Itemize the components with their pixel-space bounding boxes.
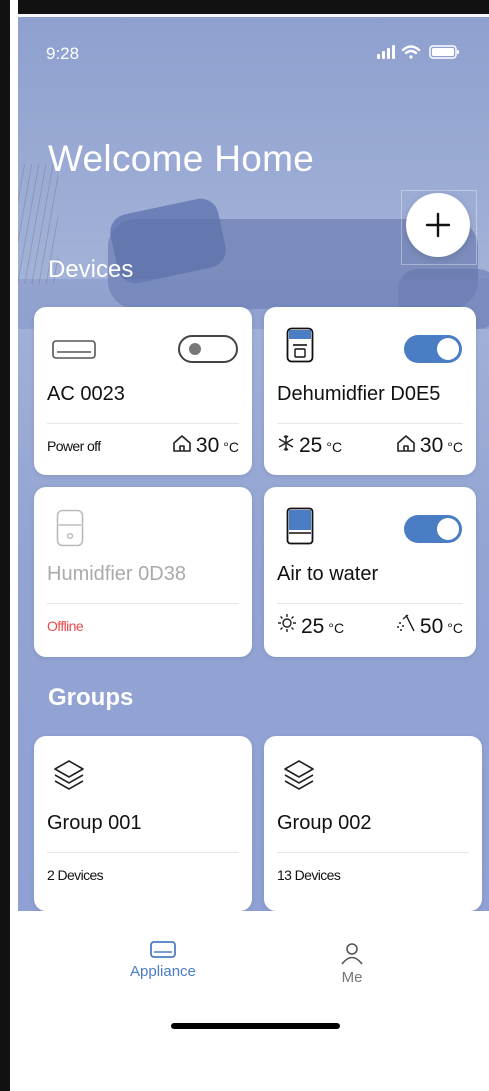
- status-time: 9:28: [46, 44, 80, 63]
- hero-background: 9:28 Welcome Home Devices AC 0023 Power …: [18, 14, 489, 911]
- device-footer: Offline: [47, 611, 239, 641]
- wifi-icon: [401, 45, 421, 59]
- page-title: Welcome Home: [48, 138, 315, 179]
- cool-temp: 25 °C: [277, 434, 342, 458]
- device-name: Humidfier 0D38: [47, 563, 186, 585]
- nav-me[interactable]: Me: [340, 941, 364, 986]
- device-card-air-to-water[interactable]: Air to water 25 °C 50 °C: [264, 487, 476, 657]
- sun-icon: [278, 614, 296, 632]
- group-name: Group 001: [47, 812, 142, 834]
- device-name: Dehumidfier D0E5: [277, 383, 441, 405]
- divider: [277, 603, 463, 604]
- device-footer: 25 °C 30 °C: [277, 431, 463, 461]
- battery-icon: [429, 45, 459, 59]
- dehumidifier-icon: [286, 327, 314, 363]
- home-icon: [397, 435, 415, 452]
- group-card-001[interactable]: Group 001 2 Devices: [34, 736, 252, 911]
- divider: [47, 603, 239, 604]
- group-footer: 13 Devices: [277, 860, 469, 890]
- signal-icon: [377, 45, 395, 59]
- power-toggle[interactable]: [404, 335, 462, 363]
- device-name: Air to water: [277, 563, 379, 585]
- home-icon: [173, 435, 191, 452]
- layers-icon: [54, 760, 84, 790]
- group-footer: 2 Devices: [47, 860, 239, 890]
- app-screen: 9:28 Welcome Home Devices AC 0023 Power …: [18, 14, 489, 1091]
- device-edge: [0, 0, 10, 1091]
- screen-border: [10, 0, 18, 1091]
- layers-icon: [284, 760, 314, 790]
- water-heater-icon: [286, 507, 314, 545]
- air-conditioner-icon: [52, 340, 96, 359]
- group-device-count: 2 Devices: [47, 867, 104, 883]
- bottom-navigation: Appliance Me: [18, 911, 489, 1091]
- group-card-002[interactable]: Group 002 13 Devices: [264, 736, 482, 911]
- device-card-humidifier[interactable]: Humidfier 0D38 Offline: [34, 487, 252, 657]
- device-footer: Power off 30 °C: [47, 431, 239, 461]
- indoor-temp: 30 °C: [172, 434, 239, 458]
- shower-icon: [396, 614, 415, 632]
- device-status: Power off: [47, 438, 101, 454]
- nav-appliance[interactable]: Appliance: [130, 941, 196, 980]
- group-name: Group 002: [277, 812, 372, 834]
- group-device-count: 13 Devices: [277, 867, 341, 883]
- user-icon: [341, 943, 363, 965]
- offline-status: Offline: [47, 618, 84, 634]
- indoor-temp: 30 °C: [396, 434, 463, 458]
- devices-section-title: Devices: [48, 256, 134, 283]
- device-name: AC 0023: [47, 383, 125, 405]
- device-card-ac[interactable]: AC 0023 Power off 30 °C: [34, 307, 252, 475]
- water-temp: 50 °C: [394, 613, 463, 639]
- nav-appliance-label: Appliance: [130, 963, 196, 980]
- appliance-icon: [150, 941, 176, 958]
- divider: [277, 852, 469, 853]
- snowflake-icon: [278, 435, 294, 451]
- divider: [47, 423, 239, 424]
- humidifier-icon: [56, 509, 84, 547]
- device-footer: 25 °C 50 °C: [277, 611, 463, 641]
- device-card-dehumidifier[interactable]: Dehumidfier D0E5 25 °C 30 °C: [264, 307, 476, 475]
- outdoor-temp: 25 °C: [277, 613, 344, 639]
- divider: [277, 423, 463, 424]
- decor-top-line: [18, 14, 489, 17]
- plus-icon: [425, 212, 451, 238]
- home-indicator[interactable]: [171, 1023, 340, 1029]
- power-toggle[interactable]: [178, 335, 238, 363]
- groups-section-title: Groups: [48, 684, 134, 711]
- status-icons: [377, 45, 459, 59]
- nav-me-label: Me: [341, 969, 363, 986]
- power-toggle[interactable]: [404, 515, 462, 543]
- add-device-button[interactable]: [406, 193, 470, 257]
- divider: [47, 852, 239, 853]
